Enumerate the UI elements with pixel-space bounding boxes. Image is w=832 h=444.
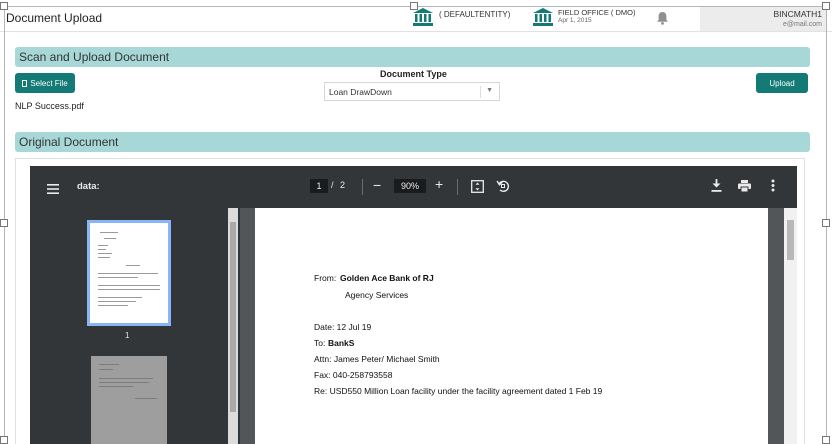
scan-upload-section-title: Scan and Upload Document: [19, 50, 170, 64]
original-document-section-title: Original Document: [19, 135, 119, 149]
toolbar-divider: [457, 179, 458, 195]
thumbnail-text-line: [99, 382, 149, 383]
letter-date: Date: 12 Jul 19: [314, 322, 372, 332]
fit-to-page-icon[interactable]: [471, 180, 484, 198]
upload-label: Upload: [769, 78, 795, 88]
notification-bell-icon[interactable]: [656, 11, 669, 30]
pdf-viewer[interactable]: data: 1 / 2 − 90% + 1 From: Golden Ace B…: [30, 166, 797, 444]
select-divider: [480, 86, 481, 98]
from-label: From:: [314, 273, 337, 283]
entity-label: ( DEFAULTENTITY): [439, 10, 511, 19]
pdf-scrollbar[interactable]: [784, 208, 797, 444]
thumbnail-text-line: [98, 297, 142, 298]
thumbnail-text-line: [98, 257, 110, 258]
thumbnail-text-line: [98, 253, 112, 254]
page-thumbnail-2[interactable]: [91, 356, 167, 444]
user-name: BINCMATH1: [773, 9, 823, 19]
more-options-icon[interactable]: [771, 179, 775, 197]
thumbnail-text-line: [98, 249, 106, 250]
zoom-level-input[interactable]: 90%: [394, 179, 426, 193]
agency-services: Agency Services: [345, 290, 409, 300]
zoom-out-icon[interactable]: −: [373, 177, 381, 193]
office-date: Apr 1, 2015: [558, 17, 592, 24]
thumbnail-text-line: [126, 265, 140, 266]
entity-selector[interactable]: ( DEFAULTENTITY): [413, 8, 510, 28]
resize-handle-top-left[interactable]: [0, 2, 8, 10]
file-icon: [22, 79, 28, 87]
bank-building-icon: [533, 8, 553, 31]
pdf-toolbar: data: 1 / 2 − 90% +: [30, 166, 797, 208]
thumbnail-scrollbar-thumb[interactable]: [230, 222, 236, 412]
thumbnail-text-line: [99, 386, 133, 387]
office-selector[interactable]: FIELD OFFICE ( DMO) Apr 1, 2015: [533, 8, 636, 31]
resize-handle-bottom-left[interactable]: [0, 436, 8, 444]
document-type-value: Loan DrawDown: [329, 87, 392, 97]
thumbnail-text-line: [98, 305, 128, 306]
hamburger-menu-icon[interactable]: [47, 181, 59, 199]
thumbnail-text-line: [100, 232, 118, 233]
from-bank: Golden Ace Bank of RJ: [340, 273, 434, 283]
resize-handle-right[interactable]: [822, 219, 830, 227]
upload-button[interactable]: Upload: [756, 73, 808, 93]
thumbnail-text-line: [98, 301, 136, 302]
page-total: 2: [340, 180, 346, 190]
to-value: BankS: [328, 338, 355, 348]
reference-line: Re: USD550 Million Loan facility under t…: [314, 386, 603, 396]
download-icon[interactable]: [711, 179, 722, 197]
document-type-select[interactable]: Loan DrawDown ▼: [324, 82, 500, 101]
thumbnail-text-line: [99, 369, 113, 370]
resize-handle-left[interactable]: [0, 219, 8, 227]
bank-building-icon: [413, 8, 433, 31]
resize-handle-top[interactable]: [410, 2, 418, 10]
scan-upload-section-header: Scan and Upload Document: [15, 47, 810, 67]
selected-file-name: NLP Success.pdf: [15, 101, 84, 111]
select-file-label: Select File: [30, 78, 68, 88]
toolbar-divider: [362, 179, 363, 195]
thumbnail-text-line: [98, 289, 160, 290]
window-title: Document Upload: [6, 11, 103, 25]
document-type-label: Document Type: [380, 69, 447, 79]
thumbnail-scrollbar[interactable]: [228, 208, 238, 444]
thumbnail-text-line: [98, 285, 160, 286]
thumbnail-text-line: [98, 273, 158, 274]
original-document-section-header: Original Document: [15, 132, 810, 152]
user-email: e@mail.com: [782, 21, 822, 28]
resize-handle-top-right[interactable]: [822, 2, 830, 10]
thumbnail-text-line: [135, 398, 157, 399]
thumbnail-text-line: [99, 364, 119, 365]
resize-handle-bottom-right[interactable]: [822, 436, 830, 444]
document-upload-window: Document Upload ( DEFAULTENTITY) FIELD O…: [0, 0, 832, 444]
thumbnail-text-line: [104, 238, 116, 239]
select-file-button[interactable]: Select File: [15, 73, 75, 93]
thumbnail-text-line: [98, 245, 108, 246]
fax-line: Fax: 040-258793558: [314, 370, 393, 380]
rotate-icon[interactable]: [496, 179, 510, 198]
page-number-input[interactable]: 1: [310, 179, 328, 193]
print-icon[interactable]: [738, 179, 751, 197]
office-name: FIELD OFFICE ( DMO): [558, 8, 636, 17]
pdf-scrollbar-thumb[interactable]: [787, 220, 794, 260]
thumbnail-text-line: [98, 277, 138, 278]
page-thumbnail-1[interactable]: [87, 220, 171, 326]
thumbnail-sidebar: 1: [30, 208, 240, 444]
thumbnail-text-line: [99, 378, 153, 379]
chevron-down-icon[interactable]: ▼: [486, 87, 493, 94]
zoom-in-icon[interactable]: +: [435, 176, 443, 192]
thumbnail-page-number: 1: [125, 331, 130, 340]
pdf-page: From: Golden Ace Bank of RJ Agency Servi…: [255, 208, 768, 444]
user-profile[interactable]: BINCMATH1 e@mail.com: [700, 7, 826, 31]
to-label: To:: [314, 338, 326, 348]
attention-line: Attn: James Peter/ Michael Smith: [314, 354, 440, 364]
pdf-document-title: data:: [77, 181, 100, 192]
page-separator: /: [331, 180, 334, 190]
